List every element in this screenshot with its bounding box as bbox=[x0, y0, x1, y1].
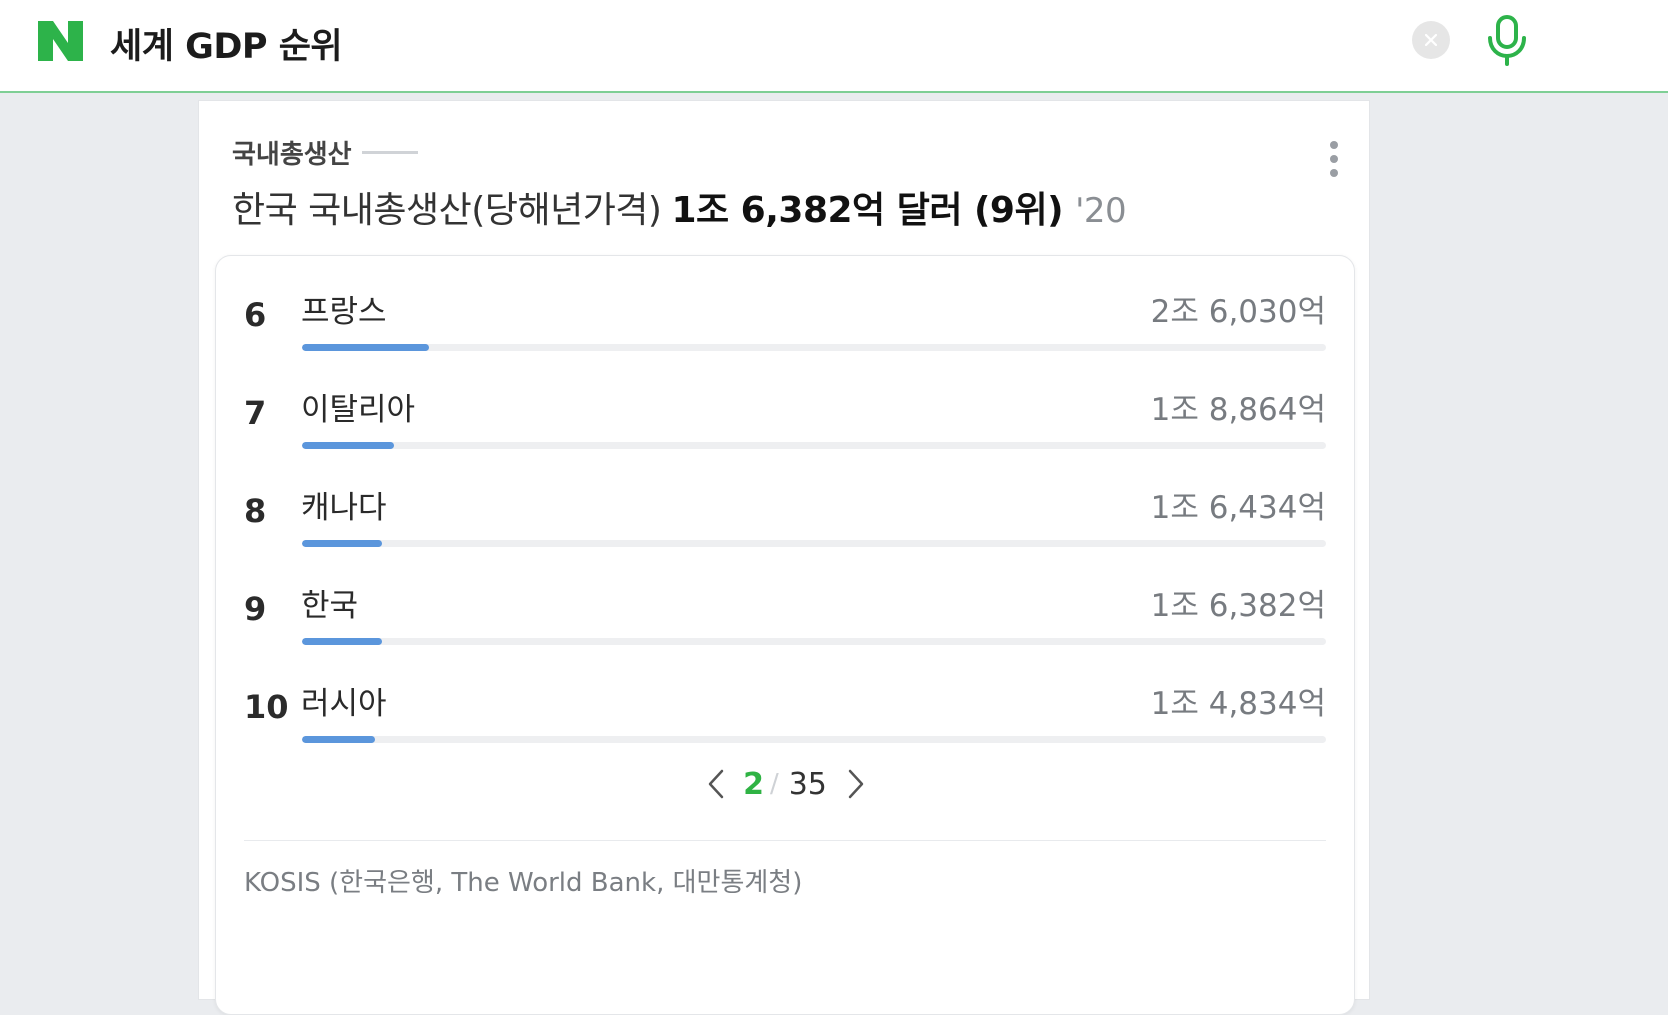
gdp-bar-track bbox=[302, 540, 1326, 547]
prev-page-button[interactable] bbox=[701, 766, 731, 802]
section-divider-line bbox=[361, 151, 418, 154]
chevron-left-icon bbox=[708, 769, 724, 799]
more-options-button[interactable] bbox=[1317, 139, 1351, 179]
ranking-row[interactable]: 8 캐나다 1조 6,434억 bbox=[216, 452, 1356, 550]
rank-number: 9 bbox=[244, 590, 267, 628]
headline-value: 1조 6,382억 달러 (9위) bbox=[671, 190, 1064, 231]
gdp-bar-fill bbox=[302, 638, 382, 645]
gdp-bar-track bbox=[302, 638, 1326, 645]
ranking-row[interactable]: 6 프랑스 2조 6,030억 bbox=[216, 256, 1356, 354]
gdp-bar-fill bbox=[302, 540, 382, 547]
section-label: 국내총생산 bbox=[232, 134, 418, 171]
ranking-row[interactable]: 10 러시아 1조 4,834억 bbox=[216, 648, 1356, 746]
more-dot-icon bbox=[1330, 141, 1338, 149]
microphone-icon[interactable] bbox=[1484, 14, 1530, 66]
rank-number: 7 bbox=[244, 394, 267, 432]
next-page-button[interactable] bbox=[841, 766, 871, 802]
ranking-row[interactable]: 9 한국 1조 6,382억 bbox=[216, 550, 1356, 648]
gdp-ranking-card: 국내총생산 한국 국내총생산(당해년가격) 1조 6,382억 달러 (9위) '2… bbox=[198, 100, 1370, 1015]
close-icon bbox=[1424, 33, 1438, 47]
gdp-value: 1조 8,864억 bbox=[1150, 392, 1326, 428]
ranking-list: 6 프랑스 2조 6,030억 7 이탈리아 1조 8,864억 8 캐나다 1… bbox=[215, 255, 1355, 1015]
country-name: 러시아 bbox=[301, 686, 387, 722]
gdp-bar-track bbox=[302, 442, 1326, 449]
chevron-right-icon bbox=[848, 769, 864, 799]
country-name: 한국 bbox=[301, 588, 359, 624]
more-dot-icon bbox=[1330, 155, 1338, 163]
gdp-bar-track bbox=[302, 344, 1326, 351]
country-name: 이탈리아 bbox=[301, 392, 416, 428]
gdp-bar-fill bbox=[302, 442, 395, 449]
gdp-value: 2조 6,030억 bbox=[1150, 294, 1326, 330]
headline-year: '20 bbox=[1075, 191, 1127, 231]
current-page: 2 bbox=[743, 766, 764, 802]
data-source: KOSIS (한국은행, The World Bank, 대만통계청) bbox=[244, 868, 803, 898]
total-pages: 35 bbox=[788, 766, 827, 802]
rank-number: 10 bbox=[244, 688, 289, 726]
headline-prefix: 한국 국내총생산(당해년가격) bbox=[232, 190, 662, 231]
page-separator: / bbox=[769, 769, 779, 799]
gdp-bar-fill bbox=[302, 344, 429, 351]
naver-logo-icon[interactable] bbox=[38, 21, 83, 61]
search-header: 세계 GDP 순위 bbox=[0, 0, 1668, 93]
pagination: 2 / 35 bbox=[216, 766, 1356, 802]
country-name: 캐나다 bbox=[301, 490, 387, 526]
gdp-value: 1조 4,834억 bbox=[1150, 686, 1326, 722]
headline: 한국 국내총생산(당해년가격) 1조 6,382억 달러 (9위) '20 bbox=[232, 181, 1127, 233]
gdp-bar-fill bbox=[302, 736, 375, 743]
gdp-value: 1조 6,434억 bbox=[1150, 490, 1326, 526]
country-name: 프랑스 bbox=[301, 294, 387, 330]
section-label-text: 국내총생산 bbox=[232, 140, 352, 170]
search-query-text[interactable]: 세계 GDP 순위 bbox=[110, 18, 343, 69]
source-divider bbox=[244, 840, 1326, 841]
rank-number: 6 bbox=[244, 296, 267, 334]
gdp-bar-track bbox=[302, 736, 1326, 743]
rank-number: 8 bbox=[244, 492, 267, 530]
clear-search-button[interactable] bbox=[1412, 21, 1450, 59]
ranking-row[interactable]: 7 이탈리아 1조 8,864억 bbox=[216, 354, 1356, 452]
gdp-value: 1조 6,382억 bbox=[1150, 588, 1326, 624]
more-dot-icon bbox=[1330, 169, 1338, 177]
